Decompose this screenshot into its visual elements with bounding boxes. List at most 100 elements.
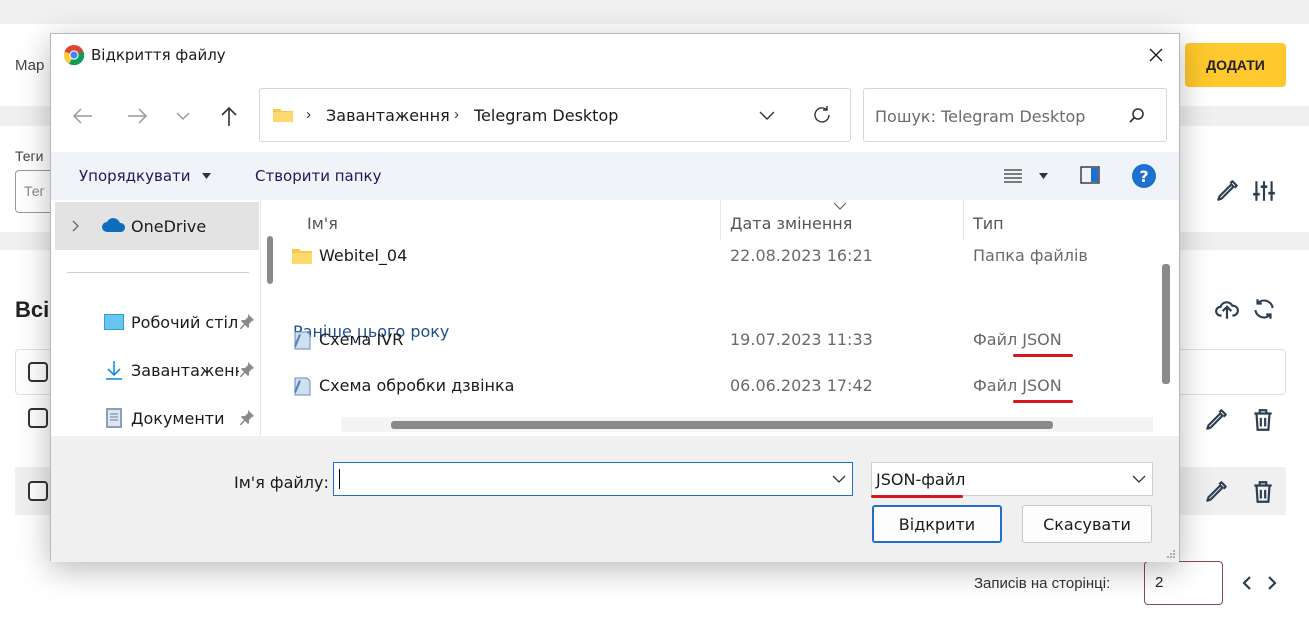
file-type: Файл JSON [973,376,1062,395]
close-button[interactable] [1143,42,1169,68]
search-icon[interactable] [1128,107,1146,125]
cancel-button[interactable]: Скасувати [1022,505,1152,543]
breadcrumb-separator: › [306,106,311,123]
document-icon [106,408,122,428]
column-header-name[interactable]: Ім'я [307,214,338,233]
text-caret [339,469,340,489]
top-label: Мар [15,57,45,74]
recent-locations-button[interactable] [169,98,197,134]
address-bar[interactable]: › Завантаження › Telegram Desktop [259,88,851,142]
select-all-checkbox[interactable] [28,362,48,382]
pencil-icon[interactable] [1214,178,1240,204]
search-box[interactable]: Пошук: Telegram Desktop [863,88,1167,142]
pin-icon[interactable] [239,361,255,377]
folder-icon [292,249,312,264]
nav-item-desktop[interactable]: Робочий стіл [55,298,259,346]
new-folder-button[interactable]: Створити папку [255,167,382,185]
nav-label: Документи [131,409,225,428]
svg-text:?: ? [1139,167,1148,186]
breadcrumb-separator: › [454,106,459,123]
dialog-titlebar[interactable]: Відкриття файлу [51,34,1179,76]
nav-scrollbar[interactable] [267,236,273,284]
nav-item-documents[interactable]: Документи [55,394,259,442]
horizontal-scroll-thumb[interactable] [391,421,1053,429]
back-button[interactable] [69,98,97,134]
cloud-icon [102,218,126,232]
arrow-left-icon [72,108,92,124]
file-name: Webitel_04 [319,246,408,265]
file-date: 22.08.2023 16:21 [730,246,873,265]
sort-indicator-icon [833,202,847,210]
row-checkbox[interactable] [28,408,48,428]
nav-label: Робочий стіл [131,313,239,332]
column-header-date[interactable]: Дата змінення [730,214,852,233]
edit-icon[interactable] [1203,479,1229,505]
file-name: Схема IVR [319,330,404,349]
file-type-select[interactable]: JSON-файл [871,462,1153,496]
section-title: Всі [15,297,50,322]
dialog-content: OneDrive Робочий стіл Завантаження Докум… [51,200,1179,436]
resize-grip-icon[interactable] [1166,549,1176,559]
column-header-type[interactable]: Тип [973,214,1004,233]
nav-item-onedrive[interactable]: OneDrive [55,202,259,250]
add-button[interactable]: ДОДАТИ [1185,43,1286,87]
help-icon[interactable]: ? [1131,163,1157,189]
organize-menu[interactable]: Упорядкувати [79,167,191,185]
json-file-icon [294,377,311,396]
caret-down-icon[interactable] [1039,173,1048,179]
upload-icon[interactable] [1214,296,1240,322]
trash-icon[interactable] [1250,407,1276,433]
highlight-underline [1013,400,1073,403]
desktop-icon [104,314,124,330]
file-list: Ім'я Дата змінення Тип Webitel_04 22.08.… [287,200,1155,436]
arrow-up-icon [221,106,237,126]
horizontal-scrollbar[interactable] [341,417,1153,432]
vertical-scroll-thumb[interactable] [1162,264,1170,384]
pin-icon[interactable] [239,409,255,425]
edit-icon[interactable] [1203,407,1229,433]
breadcrumb-downloads[interactable]: Завантаження [326,106,450,125]
command-bar: Упорядкувати Створити папку ? [51,152,1179,200]
chevron-down-icon [176,112,190,121]
chevron-down-icon[interactable] [1132,475,1146,484]
open-button[interactable]: Відкрити [872,505,1002,543]
nav-label: Завантаження [131,361,239,380]
highlight-underline [871,495,963,498]
chevron-left-icon[interactable] [1237,570,1257,596]
refresh-icon[interactable] [1251,296,1277,322]
tags-label: Теги [15,148,44,164]
file-row[interactable]: Схема обробки дзвінка 06.06.2023 17:42 Ф… [287,364,1155,408]
file-name: Схема обробки дзвінка [319,376,515,395]
view-list-icon[interactable] [1003,168,1023,184]
trash-icon[interactable] [1250,479,1276,505]
file-date: 06.06.2023 17:42 [730,376,873,395]
close-icon [1149,48,1163,62]
chevron-down-icon[interactable] [832,475,846,484]
search-input[interactable]: Пошук: Telegram Desktop [875,107,1085,126]
page-size-label: Записів на сторінці: [974,575,1111,592]
up-button[interactable] [215,98,243,134]
sliders-icon[interactable] [1251,178,1277,204]
arrow-right-icon [128,108,148,124]
download-icon [106,361,122,380]
forward-button[interactable] [123,98,151,134]
file-row[interactable]: Webitel_04 22.08.2023 16:21 Папка файлів [287,234,1155,278]
breadcrumb-telegram-desktop[interactable]: Telegram Desktop [474,106,618,125]
folder-icon [273,109,293,122]
chevron-down-icon[interactable] [758,109,776,121]
file-type: Папка файлів [973,246,1088,265]
dialog-footer: Ім'я файлу: JSON-файл Відкрити Скасувати [51,436,1179,562]
page-size-input[interactable]: 2 [1144,561,1223,605]
nav-item-downloads[interactable]: Завантаження [55,346,259,394]
pin-icon[interactable] [239,313,255,329]
refresh-icon[interactable] [812,105,832,125]
filename-input[interactable] [333,462,853,496]
chevron-right-icon[interactable] [1262,570,1282,596]
row-checkbox[interactable] [28,481,48,501]
chevron-right-icon[interactable] [71,220,81,232]
file-row[interactable]: Схема IVR 19.07.2023 11:33 Файл JSON [287,318,1155,362]
file-open-dialog: Відкриття файлу › Завантаження › Telegra… [50,33,1180,562]
filename-label: Ім'я файлу: [234,473,329,492]
caret-down-icon[interactable] [202,173,211,179]
preview-pane-icon[interactable] [1080,166,1100,184]
